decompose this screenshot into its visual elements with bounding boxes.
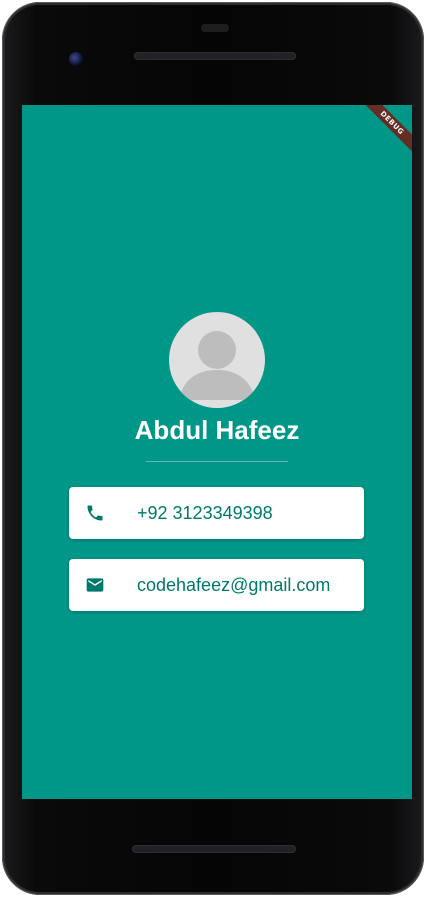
front-camera bbox=[69, 52, 83, 66]
divider bbox=[146, 461, 288, 462]
bottom-speaker bbox=[132, 845, 296, 853]
app-screen: DEBUG Abdul Hafeez +92 3123349398 codeha… bbox=[22, 105, 412, 799]
top-sensor bbox=[201, 24, 229, 32]
email-icon bbox=[86, 578, 104, 592]
profile-name: Abdul Hafeez bbox=[134, 415, 300, 445]
person-avatar-icon bbox=[179, 331, 255, 400]
phone-frame: DEBUG Abdul Hafeez +92 3123349398 codeha… bbox=[2, 2, 424, 895]
top-speaker bbox=[134, 52, 296, 60]
email-card[interactable]: codehafeez@gmail.com bbox=[69, 559, 364, 611]
avatar[interactable] bbox=[169, 312, 265, 408]
phone-number: +92 3123349398 bbox=[137, 503, 273, 523]
debug-banner: DEBUG bbox=[358, 105, 412, 157]
phone-card[interactable]: +92 3123349398 bbox=[69, 487, 364, 539]
email-address: codehafeez@gmail.com bbox=[137, 575, 331, 595]
phone-icon bbox=[87, 505, 103, 521]
